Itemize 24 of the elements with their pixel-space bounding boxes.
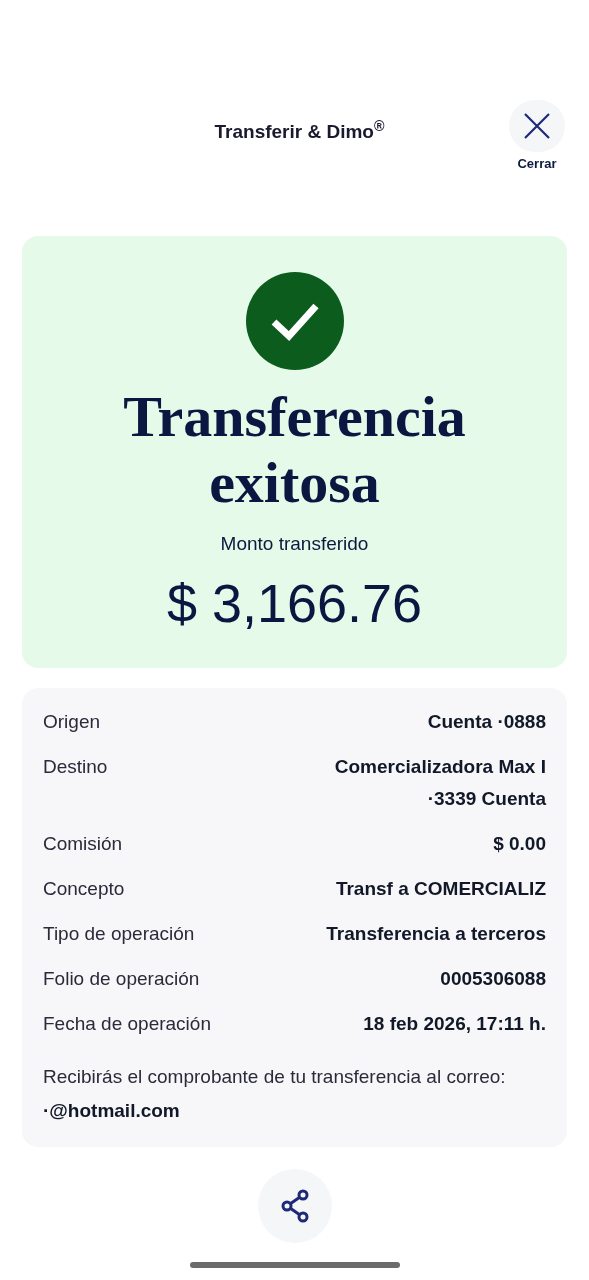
detail-value: Transf a COMERCIALIZ <box>334 877 546 901</box>
detail-label: Folio de operación <box>43 967 200 991</box>
detail-label: Fecha de operación <box>43 1012 211 1036</box>
amount-label: Monto transferido <box>220 532 369 556</box>
amount-value: $ 3,166.76 <box>166 571 423 635</box>
email-address: ·@hotmail.com <box>43 1099 181 1123</box>
close-icon <box>523 112 551 140</box>
detail-value: 0005306088 <box>439 967 546 991</box>
detail-label: Concepto <box>43 877 125 901</box>
detail-value: $ 0.00 <box>492 832 546 856</box>
detail-value: Comercializadora Max I ·3339 Cuenta <box>333 755 546 811</box>
share-icon <box>279 1189 310 1223</box>
detail-value: 18 feb 2026, 17:11 h. <box>362 1012 546 1036</box>
close-button[interactable] <box>509 100 565 152</box>
screen-title: Transferir & Dimo$^{®}$ <box>214 118 385 144</box>
email-notice: Recibirás el comprobante de tu transferencia al correo: <box>43 1065 507 1089</box>
detail-label: Origen <box>43 710 101 734</box>
detail-value: Transferencia a terceros <box>325 922 546 946</box>
detail-value: Cuenta ·0888 <box>426 710 546 734</box>
detail-label: Comisión <box>43 832 123 856</box>
close-label: Cerrar <box>517 155 557 173</box>
detail-label: Destino <box>43 755 108 779</box>
detail-label: Tipo de operación <box>43 922 195 946</box>
success-title: Transferencia exitosa <box>122 384 467 516</box>
